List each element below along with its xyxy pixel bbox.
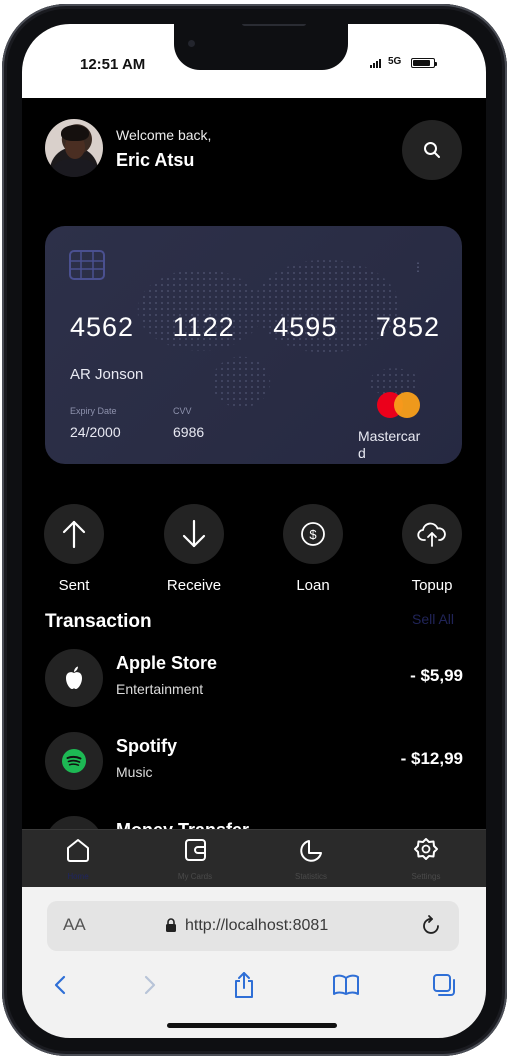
loan-action[interactable]: $ Loan <box>273 504 353 594</box>
transaction-name: Apple Store <box>116 653 218 673</box>
topup-label: Topup <box>411 577 453 594</box>
expiry-value: 24/2000 <box>70 424 121 440</box>
sent-button[interactable] <box>44 504 104 564</box>
tab-home-label: Home <box>67 872 89 881</box>
expiry-label: Expiry Date <box>70 406 117 416</box>
lock-icon <box>166 918 176 932</box>
tab-settings-label: Settings <box>411 872 441 881</box>
receive-action[interactable]: Receive <box>154 504 234 594</box>
card-chip-icon <box>69 250 105 280</box>
cvv-label: CVV <box>173 406 192 416</box>
phone-frame: 12:51 AM 5G Welcome back, Eric Atsu ⋮ 45… <box>2 4 507 1056</box>
reload-icon[interactable] <box>421 914 443 938</box>
apple-icon <box>66 666 82 689</box>
see-all-link[interactable]: Sell All <box>412 611 454 627</box>
bookmarks-button[interactable] <box>326 969 366 1001</box>
card-holder-name: AR Jonson <box>70 366 144 383</box>
share-icon <box>235 972 253 998</box>
share-button[interactable] <box>224 969 264 1001</box>
speaker-grille <box>242 24 306 26</box>
tab-my-cards-label: My Cards <box>177 872 213 881</box>
tabs-icon <box>433 974 455 996</box>
battery-icon <box>411 58 437 68</box>
card-brand: Mastercard <box>358 428 421 461</box>
tab-settings[interactable]: Settings <box>386 834 466 881</box>
phone-screen: 12:51 AM 5G Welcome back, Eric Atsu ⋮ 45… <box>22 24 486 1038</box>
cards-icon <box>185 839 206 861</box>
url-text[interactable]: http://localhost:8081 <box>185 917 328 935</box>
transactions-title: Transaction <box>45 611 152 632</box>
transaction-row[interactable]: Apple Store Entertainment - $5,99 <box>45 649 463 709</box>
statistics-icon <box>300 840 322 862</box>
book-icon <box>333 974 359 995</box>
transaction-icon <box>45 649 103 707</box>
front-camera <box>188 40 195 47</box>
tab-statistics[interactable]: Statistics <box>271 834 351 881</box>
transaction-amount: - $12,99 <box>400 749 463 768</box>
bank-card[interactable]: ⋮ 4562 1122 4595 7852 AR Jonson Expiry D… <box>45 226 462 464</box>
welcome-text: Welcome back, <box>116 127 212 143</box>
user-name: Eric Atsu <box>116 150 195 170</box>
loan-button[interactable]: $ <box>283 504 343 564</box>
transaction-category: Music <box>116 764 153 780</box>
mastercard-logo-icon <box>377 392 423 418</box>
vertical-dots-icon[interactable]: ⋮ <box>412 260 424 274</box>
home-icon <box>67 839 89 862</box>
home-indicator[interactable] <box>167 1023 337 1028</box>
back-button[interactable] <box>40 969 80 1001</box>
transaction-icon <box>45 732 103 790</box>
tab-my-cards[interactable]: My Cards <box>155 834 235 881</box>
chevron-left-icon <box>54 975 66 995</box>
transaction-row[interactable]: Spotify Music - $12,99 <box>45 732 463 792</box>
receive-button[interactable] <box>164 504 224 564</box>
search-icon <box>424 142 440 158</box>
arrow-down-icon <box>182 519 206 548</box>
sent-action[interactable]: Sent <box>34 504 114 594</box>
card-number-group: 1122 <box>172 312 235 342</box>
camera-notch <box>174 24 348 70</box>
spotify-icon <box>62 749 86 773</box>
text-size-button[interactable]: AA <box>63 915 86 935</box>
loan-label: Loan <box>296 577 330 594</box>
search-button[interactable] <box>402 120 462 180</box>
svg-text:$: $ <box>309 527 317 542</box>
browser-chrome: AA http://localhost:8081 <box>22 887 486 1038</box>
network-type: 5G <box>388 56 402 67</box>
transaction-name: Spotify <box>116 736 177 756</box>
topup-button[interactable] <box>402 504 462 564</box>
tab-statistics-label: Statistics <box>294 872 327 881</box>
tabs-button[interactable] <box>424 969 464 1001</box>
settings-icon <box>414 838 438 860</box>
avatar[interactable] <box>45 119 103 177</box>
topup-action[interactable]: Topup <box>392 504 472 594</box>
chevron-right-icon <box>144 975 156 995</box>
sent-label: Sent <box>58 577 90 594</box>
forward-button[interactable] <box>130 969 170 1001</box>
cvv-value: 6986 <box>173 424 205 440</box>
transaction-category: Entertainment <box>116 681 204 697</box>
card-number: 4562 1122 4595 7852 <box>70 312 440 343</box>
arrow-up-icon <box>62 520 86 549</box>
tab-home[interactable]: Home <box>38 834 118 881</box>
status-bar: 12:51 AM 5G <box>22 24 486 98</box>
address-bar[interactable]: AA http://localhost:8081 <box>47 901 459 951</box>
card-number-group: 7852 <box>375 312 440 342</box>
card-number-group: 4595 <box>273 312 338 342</box>
receive-label: Receive <box>166 577 222 594</box>
dollar-circle-icon: $ <box>301 522 325 546</box>
transaction-amount: - $5,99 <box>410 666 463 685</box>
cloud-upload-icon <box>417 522 446 547</box>
signal-icon <box>370 59 381 68</box>
card-number-group: 4562 <box>70 312 135 342</box>
bottom-tab-bar: Home My Cards Statistics Settings <box>22 829 486 888</box>
status-time: 12:51 AM <box>80 56 146 73</box>
